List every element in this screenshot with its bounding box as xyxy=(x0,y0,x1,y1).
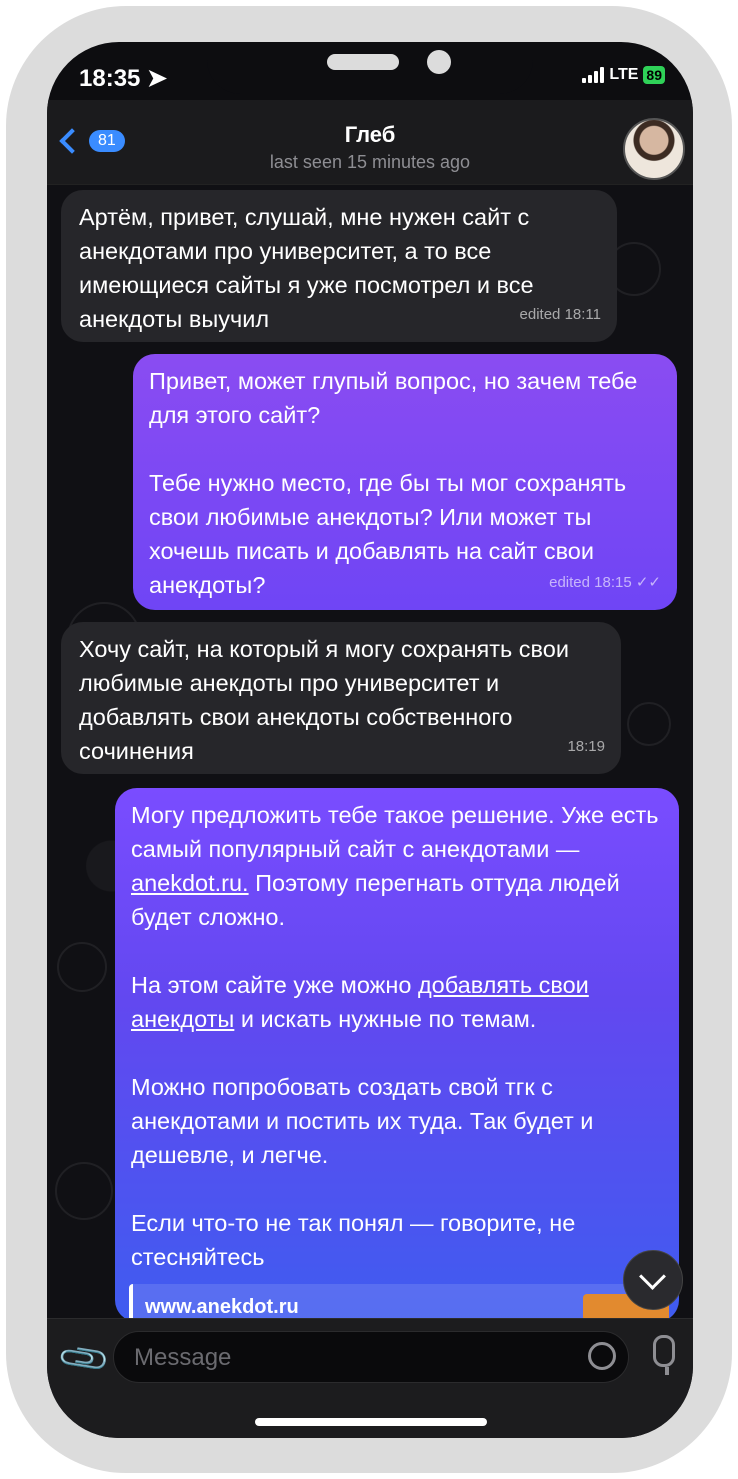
battery-icon: 89 xyxy=(643,66,665,84)
notch xyxy=(207,42,533,94)
message-text: Привет, может глупый вопрос, но зачем те… xyxy=(149,368,638,428)
chevron-down-icon xyxy=(639,1263,666,1290)
contact-name[interactable]: Глеб xyxy=(47,122,693,148)
microphone-stand xyxy=(665,1367,669,1375)
network-label: LTE xyxy=(609,66,639,83)
phone-screen: 18:35 ➤ LTE 89 81 Глеб last seen 15 minu… xyxy=(47,42,693,1438)
message-text: Хочу сайт, на который я могу сохранять с… xyxy=(79,636,569,764)
paperclip-icon[interactable]: 📎 xyxy=(55,1330,113,1388)
message-text: Артём, привет, слушай, мне нужен сайт с … xyxy=(79,204,534,332)
message-incoming[interactable]: Хочу сайт, на который я могу сохранять с… xyxy=(61,622,621,774)
message-meta: edited 18:15 ✓✓ xyxy=(549,574,661,591)
message-outgoing[interactable]: Могу предложить тебе такое решение. Уже … xyxy=(115,788,679,1324)
chat-header: 81 Глеб last seen 15 minutes ago xyxy=(47,100,693,185)
status-indicators: LTE 89 xyxy=(582,66,665,84)
signal-icon xyxy=(582,67,605,83)
sticker-icon[interactable] xyxy=(588,1342,616,1370)
anekdot-link[interactable]: anekdot.ru. xyxy=(131,870,249,896)
status-time: 18:35 ➤ xyxy=(79,65,168,92)
message-field[interactable] xyxy=(113,1331,629,1383)
home-indicator[interactable] xyxy=(255,1418,487,1426)
scroll-down-button[interactable] xyxy=(623,1250,683,1310)
message-input[interactable] xyxy=(132,1340,566,1376)
message-outgoing[interactable]: Привет, может глупый вопрос, но зачем те… xyxy=(133,354,677,610)
speaker xyxy=(327,54,399,70)
last-seen-status: last seen 15 minutes ago xyxy=(269,152,471,172)
message-incoming[interactable]: Артём, привет, слушай, мне нужен сайт с … xyxy=(61,190,617,342)
message-meta: 18:19 xyxy=(567,738,605,755)
message-text: Можно попробовать создать свой тгк с ане… xyxy=(131,1074,594,1168)
message-text: Могу предложить тебе такое решение. Уже … xyxy=(131,802,659,930)
double-check-icon: ✓✓ xyxy=(635,574,661,591)
front-camera xyxy=(427,50,451,74)
message-text: На этом сайте уже можно добавлять свои а… xyxy=(131,972,589,1032)
message-text: Если что-то не так понял — говорите, не … xyxy=(131,1210,576,1270)
message-meta: edited 18:11 xyxy=(519,306,601,323)
microphone-icon[interactable] xyxy=(653,1335,675,1367)
avatar[interactable] xyxy=(623,118,685,180)
